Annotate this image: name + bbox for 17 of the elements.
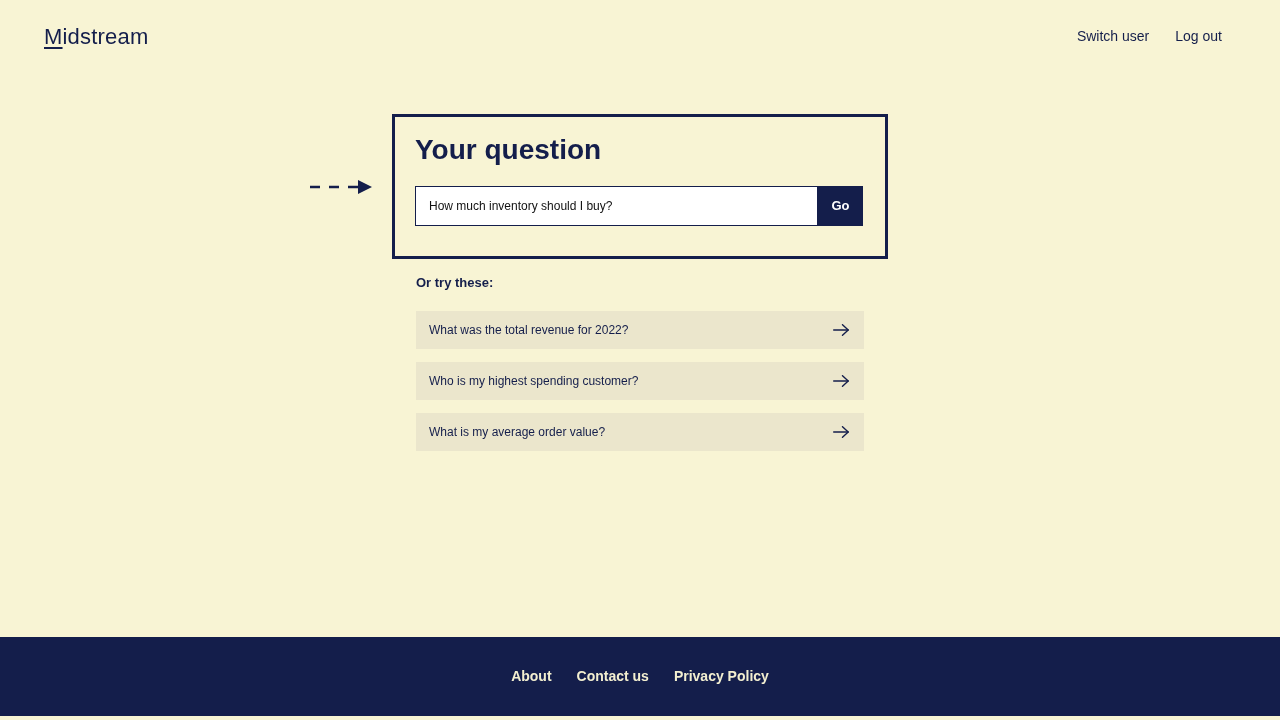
suggestions-heading: Or try these: [416,274,494,292]
nav-link[interactable]: Log out [1175,25,1222,47]
footer-link[interactable]: About [511,666,552,687]
suggestion-item[interactable]: Who is my highest spending customer? [416,362,864,400]
right-arrow-icon [833,375,849,387]
footer-link[interactable]: Contact us [576,666,649,687]
suggestion-item[interactable]: What was the total revenue for 2022? [416,311,864,349]
suggestion-item[interactable]: What is my average order value? [416,413,864,451]
right-arrow-icon [833,426,849,438]
go-button[interactable]: Go [818,186,863,226]
card-title: Your question [415,133,602,167]
dashed-arrow-icon [310,180,372,194]
question-input[interactable]: How much inventory should I buy? [415,186,818,226]
right-arrow-icon [833,324,849,336]
nav-link[interactable]: Switch user [1076,25,1150,47]
logo[interactable]: Midstream [44,19,149,53]
footer-link[interactable]: Privacy Policy [673,666,769,687]
